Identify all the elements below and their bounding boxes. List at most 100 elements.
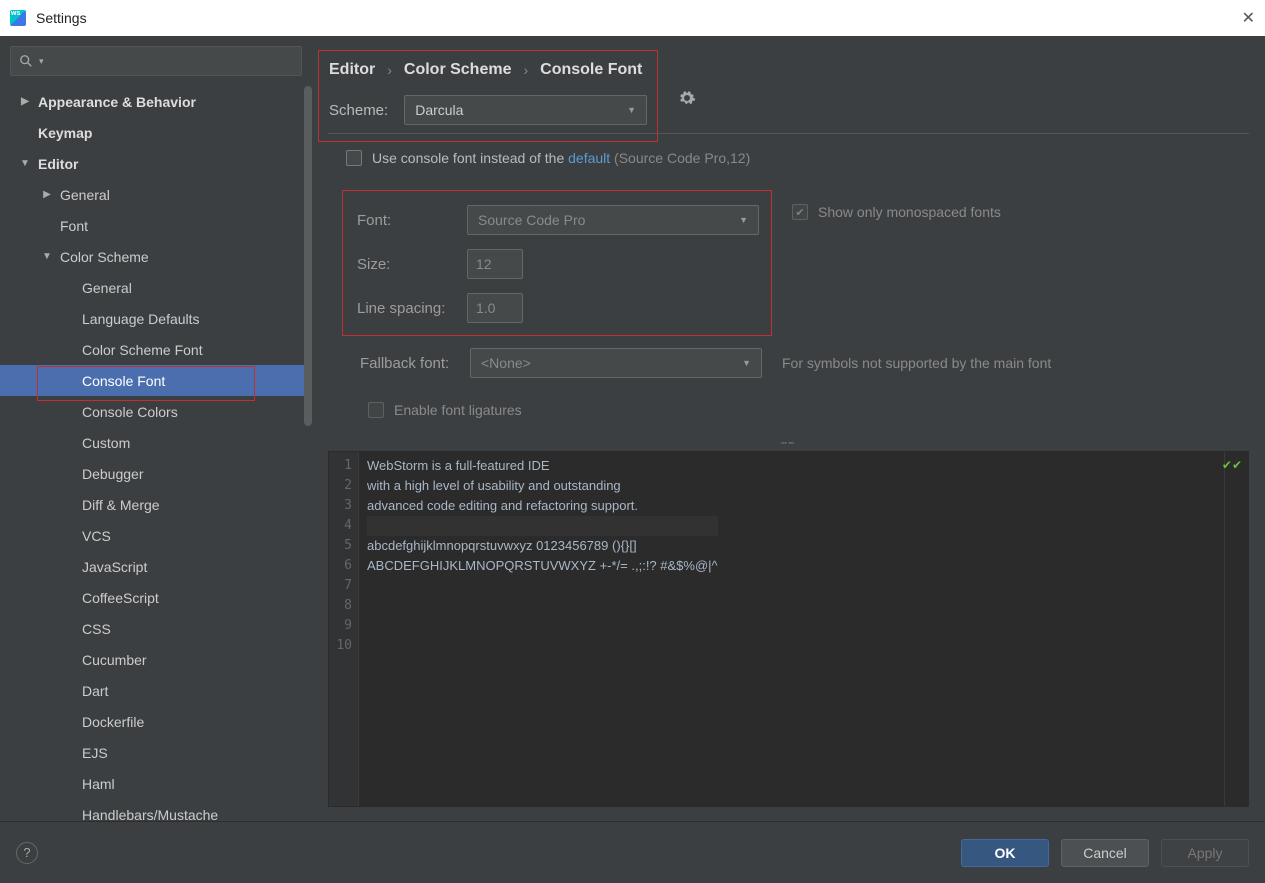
tree-item-label: JavaScript (82, 559, 147, 575)
settings-sidebar: ▾ ▶Appearance & Behavior Keymap ▼Editor▶Ge… (0, 36, 312, 821)
settings-tree: ▶Appearance & Behavior Keymap ▼Editor▶Gene… (0, 86, 312, 821)
search-dropdown-icon[interactable]: ▾ (39, 56, 44, 67)
tree-item-label: Language Defaults (82, 311, 200, 327)
dialog-footer: ? OK Cancel Apply (0, 821, 1265, 883)
tree-item-console-font[interactable]: Console Font (0, 365, 312, 396)
tree-item-label: General (82, 280, 132, 296)
tree-item-dart[interactable]: Dart (0, 675, 312, 706)
line-spacing-input[interactable]: 1.0 (467, 293, 523, 323)
breadcrumb-editor[interactable]: Editor (329, 61, 375, 79)
ligatures-checkbox[interactable] (368, 402, 384, 418)
tree-item-haml[interactable]: Haml (0, 768, 312, 799)
preview-code[interactable]: WebStorm is a full-featured IDE with a h… (359, 452, 726, 806)
tree-item-label: Console Font (82, 373, 165, 389)
tree-item-color-scheme[interactable]: ▼Color Scheme (0, 241, 312, 272)
apply-button[interactable]: Apply (1161, 839, 1249, 867)
breadcrumb-consolefont: Console Font (540, 61, 642, 79)
chevron-down-icon: ▼ (627, 105, 636, 115)
tree-item-language-defaults[interactable]: Language Defaults (0, 303, 312, 334)
default-link[interactable]: default (568, 150, 610, 166)
tree-item-label: Cucumber (82, 652, 147, 668)
help-button[interactable]: ? (16, 842, 38, 864)
cancel-button[interactable]: Cancel (1061, 839, 1149, 867)
tree-item-label: Font (60, 218, 88, 234)
tree-item-editor[interactable]: ▼Editor (0, 148, 312, 179)
tree-item-appearance-behavior[interactable]: ▶Appearance & Behavior (0, 86, 312, 117)
size-label: Size: (357, 256, 457, 273)
tree-item-css[interactable]: CSS (0, 613, 312, 644)
tree-item-label: Editor (38, 156, 78, 172)
tree-item-general[interactable]: General (0, 272, 312, 303)
scheme-dropdown[interactable]: Darcula ▼ (404, 95, 647, 125)
tree-item-label: Diff & Merge (82, 497, 160, 513)
tree-item-label: CoffeeScript (82, 590, 159, 606)
ligatures-label: Enable font ligatures (394, 402, 522, 418)
preview-gutter: 12345678910 (329, 452, 359, 806)
fallback-label: Fallback font: (360, 355, 460, 372)
tree-item-label: Handlebars/Mustache (82, 807, 218, 822)
font-preview: 12345678910 WebStorm is a full-featured … (328, 451, 1249, 807)
highlight-marker-header: Editor › Color Scheme › Console Font Sch… (318, 50, 658, 142)
tree-item-label: Debugger (82, 466, 144, 482)
tree-item-label: Console Colors (82, 404, 178, 420)
tree-item-diff-merge[interactable]: Diff & Merge (0, 489, 312, 520)
tree-item-keymap[interactable]: Keymap (0, 117, 312, 148)
tree-item-coffeescript[interactable]: CoffeeScript (0, 582, 312, 613)
tree-item-javascript[interactable]: JavaScript (0, 551, 312, 582)
font-label: Font: (357, 212, 457, 229)
search-input[interactable]: ▾ (10, 46, 302, 76)
breadcrumb: Editor › Color Scheme › Console Font (319, 61, 647, 79)
gear-icon[interactable] (678, 89, 696, 107)
highlight-marker-font: Font: Source Code Pro ▼ Size: 12 Line sp… (342, 190, 772, 336)
tree-item-label: Haml (82, 776, 115, 792)
ok-button[interactable]: OK (961, 839, 1049, 867)
show-monospaced-label: Show only monospaced fonts (818, 204, 1001, 220)
tree-item-label: EJS (82, 745, 108, 761)
sidebar-scrollbar[interactable] (304, 86, 312, 821)
tree-item-label: VCS (82, 528, 111, 544)
chevron-down-icon: ▼ (739, 215, 748, 225)
font-dropdown[interactable]: Source Code Pro ▼ (467, 205, 759, 235)
chevron-down-icon: ▼ (742, 358, 751, 368)
tree-item-general[interactable]: ▶General (0, 179, 312, 210)
tree-item-console-colors[interactable]: Console Colors (0, 396, 312, 427)
fallback-dropdown[interactable]: <None> ▼ (470, 348, 762, 378)
chevron-right-icon: › (523, 62, 528, 78)
size-input[interactable]: 12 (467, 249, 523, 279)
use-console-font-label: Use console font instead of the default … (372, 150, 750, 166)
tree-item-cucumber[interactable]: Cucumber (0, 644, 312, 675)
tree-item-label: Custom (82, 435, 130, 451)
tree-item-handlebars-mustache[interactable]: Handlebars/Mustache (0, 799, 312, 821)
tree-item-label: Appearance & Behavior (38, 94, 196, 110)
tree-item-vcs[interactable]: VCS (0, 520, 312, 551)
tree-item-label: CSS (82, 621, 111, 637)
chevron-right-icon: › (387, 62, 392, 78)
app-icon (10, 10, 26, 26)
tree-item-ejs[interactable]: EJS (0, 737, 312, 768)
tree-item-label: Keymap (38, 125, 92, 141)
scheme-label: Scheme: (329, 102, 388, 119)
line-spacing-label: Line spacing: (357, 300, 457, 317)
tree-item-label: Dart (82, 683, 108, 699)
breadcrumb-colorscheme[interactable]: Color Scheme (404, 61, 512, 79)
tree-item-debugger[interactable]: Debugger (0, 458, 312, 489)
scheme-value: Darcula (415, 102, 627, 118)
tree-item-dockerfile[interactable]: Dockerfile (0, 706, 312, 737)
tree-item-color-scheme-font[interactable]: Color Scheme Font (0, 334, 312, 365)
close-icon[interactable]: ✕ (1242, 8, 1255, 28)
tree-item-label: Color Scheme Font (82, 342, 203, 358)
tree-item-label: Color Scheme (60, 249, 149, 265)
tree-item-label: General (60, 187, 110, 203)
tree-item-label: Dockerfile (82, 714, 144, 730)
window-titlebar: Settings ✕ (0, 0, 1265, 36)
window-title: Settings (36, 10, 87, 26)
search-icon (19, 54, 33, 68)
use-console-font-checkbox[interactable] (346, 150, 362, 166)
show-monospaced-checkbox[interactable] (792, 204, 808, 220)
tree-item-custom[interactable]: Custom (0, 427, 312, 458)
tree-item-font[interactable]: Font (0, 210, 312, 241)
resize-grip[interactable]: ┅┅ (328, 438, 1249, 449)
settings-content: Editor › Color Scheme › Console Font Sch… (312, 36, 1265, 821)
inspection-ok-icon[interactable]: ✔✔ (1222, 458, 1242, 472)
fallback-hint: For symbols not supported by the main fo… (782, 355, 1051, 371)
